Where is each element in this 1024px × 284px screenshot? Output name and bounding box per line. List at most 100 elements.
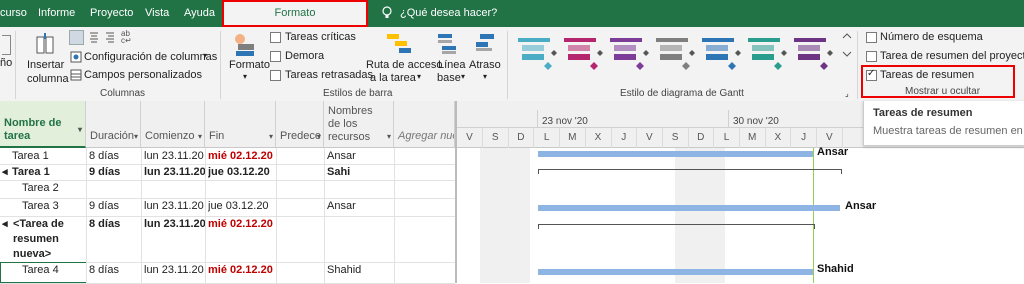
column-settings-button[interactable]: Configuración de columnas [84,51,217,63]
day-header: S [491,132,499,143]
task-start: lun 23.11.20 [144,200,204,212]
day-header: M [748,132,757,143]
slack-checkbox[interactable] [270,51,281,62]
column-header-start[interactable]: Comienzo ▾ [141,101,205,148]
tab-ayuda[interactable]: Ayuda [184,0,215,27]
baseline-label1[interactable]: Línea [438,59,466,71]
task-path-icon[interactable] [385,31,413,58]
task-finish: mié 02.12.20 [208,150,273,162]
column-header-duration[interactable]: Duración ▾ [86,101,141,148]
tooltip-body: Muestra tareas de resumen en la vis [873,125,1024,137]
outline-number-checkbox[interactable] [866,32,877,43]
dialog-launcher-icon[interactable]: ⌟ [845,89,849,98]
project-summary-checkbox[interactable] [866,51,877,62]
day-header: S [671,132,679,143]
tab-recurso[interactable]: curso [0,0,27,27]
collapse-icon[interactable]: ◂ [2,218,8,231]
task-resources: Shahid [327,264,362,276]
custom-fields-icon[interactable] [70,69,82,84]
task-duration: 9 días [89,166,121,178]
tooltip: Tareas de resumen Muestra tareas de resu… [863,101,1024,146]
slippage-icon[interactable] [474,31,498,58]
bar-resource-label: Shahid [817,263,854,275]
gantt-bar[interactable] [538,205,840,211]
column-header-finish[interactable]: Fin ▾ [205,101,276,148]
gantt-style-swatch[interactable] [748,38,787,70]
day-header: X [774,132,782,143]
baseline-label2[interactable]: base [437,72,461,84]
critical-tasks-label: Tareas críticas [285,31,356,43]
week-label-1: 23 nov '20 [542,116,588,127]
insert-column-icon[interactable] [33,33,57,58]
day-header: V [825,132,833,143]
gantt-style-gallery[interactable] [513,30,853,82]
chevron-down-icon: ▾ [243,72,248,81]
gantt-style-swatch[interactable] [794,38,833,70]
task-duration: 9 días [89,200,119,212]
summary-bar[interactable] [538,224,815,229]
insert-column-label2[interactable]: columna [27,73,69,85]
format-button[interactable]: Formato [229,59,270,71]
gantt-style-swatch[interactable] [564,38,603,70]
chevron-down-icon: ▾ [417,72,422,81]
align-center-icon[interactable] [88,31,100,43]
day-header: M [568,132,577,143]
chevron-down-icon: ▾ [203,51,208,60]
late-tasks-checkbox[interactable] [270,70,281,81]
cut-label: ño [0,57,13,69]
outline-number-label: Número de esquema [880,31,983,43]
summary-bar[interactable] [538,169,842,174]
tell-me-icon[interactable] [382,0,392,27]
bar-resource-label: Ansar [817,146,849,158]
task-name: resumen [13,233,59,245]
day-header: V [466,132,473,143]
wrap-text-icon[interactable]: ab c↵ [121,30,135,45]
gantt-style-swatch[interactable] [702,38,741,70]
task-finish: jue 03.12.20 [208,200,269,212]
align-left-icon[interactable] [69,30,84,45]
gantt-style-group-label: Estilo de diagrama de Gantt [620,88,744,99]
task-finish: mié 02.12.20 [208,264,273,276]
task-duration: 8 días [89,264,119,276]
summary-tasks-label: Tareas de resumen [880,69,975,81]
ribbon: ño Insertar columna ab c↵ Configuración d… [0,27,1024,102]
task-path-label1[interactable]: Ruta de acceso [366,59,442,71]
view-icon[interactable] [2,35,11,55]
tab-informe[interactable]: Informe [38,0,75,27]
tab-vista[interactable]: Vista [145,0,169,27]
gantt-style-swatch[interactable] [610,38,649,70]
day-header: J [801,132,807,143]
column-header-resources[interactable]: Nombres de los recursos ▾ [324,101,394,148]
day-header: X [594,132,602,143]
day-header: L [723,132,730,143]
gantt-style-swatch[interactable] [656,38,695,70]
summary-tasks-checkbox[interactable] [866,68,877,81]
column-settings-icon[interactable] [70,51,82,66]
baseline-icon[interactable] [436,31,458,58]
task-name: Tarea 2 [22,182,59,194]
column-header-name[interactable]: Nombre de tarea ▾ [0,101,86,148]
task-name: Tarea 3 [22,200,59,212]
tab-proyecto[interactable]: Proyecto [90,0,133,27]
task-path-label2[interactable]: a la tarea [370,72,416,84]
custom-fields-button[interactable]: Campos personalizados [84,69,202,81]
column-header-add-new[interactable]: Agregar nueva [394,101,455,148]
day-header: D [697,132,705,143]
collapse-icon[interactable]: ◂ [2,166,8,179]
gantt-bar[interactable] [538,151,813,157]
align-right-icon[interactable] [104,31,116,43]
critical-tasks-checkbox[interactable] [270,32,281,43]
tell-me-input[interactable]: ¿Qué desea hacer? [400,0,497,27]
task-resources: Sahi [327,166,351,178]
insert-column-label1[interactable]: Insertar [27,59,64,71]
chevron-down-icon: ▾ [483,72,488,81]
task-start: lun 23.11.20 [144,218,206,230]
column-header-predecessors[interactable]: Predece ▾ [276,101,324,148]
gantt-style-swatch[interactable] [518,38,557,70]
tab-formato[interactable]: Formato [222,0,368,27]
task-start: lun 23.11.20 [144,150,204,162]
gantt-bar[interactable] [538,269,813,275]
slippage-label[interactable]: Atraso [469,59,501,71]
table-row[interactable] [0,180,455,198]
format-brush-icon[interactable] [232,32,258,61]
